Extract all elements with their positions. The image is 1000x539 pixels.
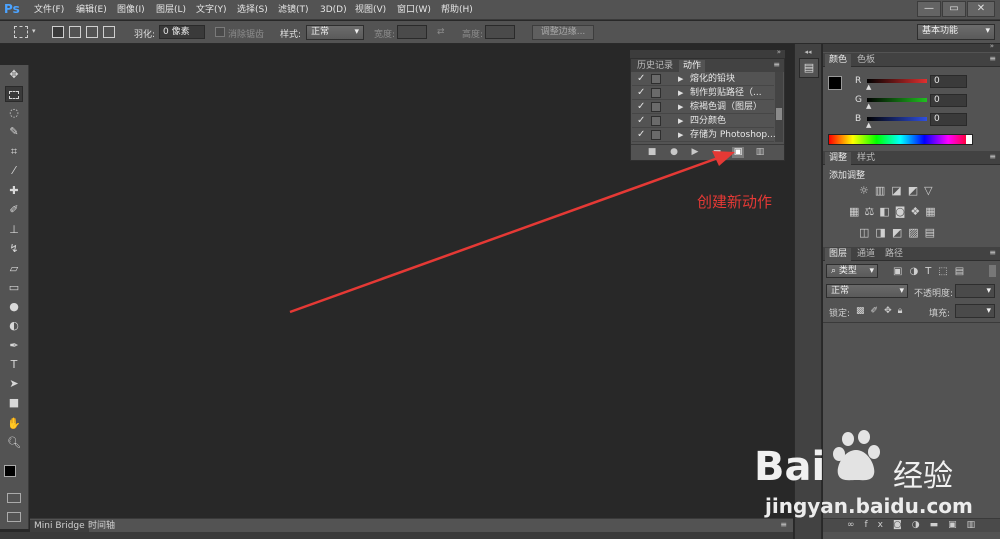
- tab-adjustments[interactable]: 调整: [825, 152, 852, 165]
- status-strip: [0, 532, 793, 539]
- shape-filter-icon[interactable]: ⬚: [938, 266, 954, 277]
- tab-channels[interactable]: 通道: [853, 248, 879, 261]
- tab-paths[interactable]: 路径: [881, 248, 907, 261]
- tab-timeline[interactable]: 时间轴: [84, 520, 119, 532]
- annotation-label: 创建新动作: [697, 193, 773, 211]
- fill-label: 填充:: [929, 309, 951, 319]
- panel-menu-icon[interactable]: ≡: [989, 54, 996, 63]
- channel-b-label: B: [855, 114, 862, 124]
- gradient-map-icon[interactable]: ▨: [908, 226, 924, 239]
- chevron-down-icon: ▾: [986, 306, 991, 316]
- watermark-brand-cn: 经验: [893, 459, 953, 494]
- arrow-line: [289, 156, 719, 314]
- photo-filter-icon[interactable]: ◙: [895, 205, 911, 218]
- channel-g-label: G: [855, 95, 862, 105]
- lock-transparency-icon[interactable]: ▩: [856, 306, 871, 316]
- slider-handle-icon[interactable]: ▲: [866, 121, 871, 129]
- panel-menu-icon[interactable]: ≡: [989, 152, 996, 161]
- pixel-filter-icon[interactable]: ▣: [893, 266, 909, 277]
- adjustment-row-1[interactable]: ☼▥◪◩▽: [859, 184, 939, 197]
- tab-color[interactable]: 颜色: [825, 54, 852, 67]
- color-spectrum[interactable]: [828, 134, 973, 145]
- blue-slider[interactable]: [867, 117, 927, 121]
- white-swatch[interactable]: [966, 135, 972, 144]
- layer-filter-value: 类型: [838, 266, 857, 276]
- watermark-brand: Bai: [754, 444, 826, 490]
- adjustment-row-3[interactable]: ◫◨◩▨▤: [859, 226, 941, 239]
- blend-mode-value: 正常: [831, 286, 850, 296]
- add-adjustment-heading: 添加调整: [829, 171, 866, 181]
- paw-logo-icon: [833, 430, 880, 481]
- red-slider[interactable]: [867, 79, 927, 83]
- lock-icons[interactable]: ▩✐✥🔒︎: [856, 306, 908, 316]
- slider-handle-icon[interactable]: ▲: [866, 83, 871, 91]
- color-lookup-icon[interactable]: ▦: [925, 205, 940, 218]
- posterize-icon[interactable]: ◨: [875, 226, 891, 239]
- panel-menu-icon[interactable]: ≡: [989, 248, 996, 257]
- collapse-icon[interactable]: »: [990, 42, 994, 50]
- chevron-down-icon: ▾: [899, 286, 904, 296]
- fill-input[interactable]: ▾: [955, 304, 995, 318]
- lock-all-icon[interactable]: 🔒︎: [898, 306, 909, 316]
- layer-filter-icons[interactable]: ▣◑T⬚▤: [893, 266, 971, 277]
- filter-toggle[interactable]: [989, 265, 996, 277]
- panel-dock-header[interactable]: »: [823, 42, 1000, 52]
- threshold-icon[interactable]: ◩: [892, 226, 908, 239]
- search-icon: ⌕: [831, 266, 839, 276]
- lock-pixels-icon[interactable]: ✐: [871, 306, 885, 316]
- channel-r-label: R: [855, 76, 862, 86]
- channel-mixer-icon[interactable]: ❖: [910, 205, 925, 218]
- vibrance-icon[interactable]: ▽: [924, 184, 938, 197]
- lock-label: 锁定:: [829, 309, 851, 319]
- collapse-icon[interactable]: ◂◂: [797, 48, 819, 56]
- history-panel-icon[interactable]: ▤: [799, 58, 819, 78]
- tab-layers[interactable]: 图层: [825, 248, 852, 261]
- red-value-input[interactable]: 0: [930, 75, 967, 88]
- layers-tab-bar: 图层 通道 路径 ≡: [823, 247, 1000, 261]
- invert-icon[interactable]: ◫: [859, 226, 875, 239]
- levels-icon[interactable]: ▥: [875, 184, 891, 197]
- adjustment-filter-icon[interactable]: ◑: [909, 266, 925, 277]
- green-slider[interactable]: [867, 98, 927, 102]
- bottom-panel-bar: Mini Bridge 时间轴 ≡: [30, 518, 793, 532]
- color-tab-bar: 颜色 色板 ≡: [823, 53, 1000, 67]
- green-value-input[interactable]: 0: [930, 94, 967, 107]
- foreground-color-swatch[interactable]: [828, 76, 842, 90]
- layer-filter-select[interactable]: ⌕ 类型 ▾: [826, 264, 878, 278]
- curves-icon[interactable]: ◪: [891, 184, 907, 197]
- color-balance-icon[interactable]: ⚖: [864, 205, 879, 218]
- hue-saturation-icon[interactable]: ▦: [849, 205, 864, 218]
- exposure-icon[interactable]: ◩: [908, 184, 924, 197]
- tab-swatches[interactable]: 色板: [853, 54, 879, 67]
- opacity-label: 不透明度:: [914, 289, 954, 299]
- brightness-icon[interactable]: ☼: [859, 184, 875, 197]
- chevron-down-icon: ▾: [986, 286, 991, 296]
- blue-value-input[interactable]: 0: [930, 113, 967, 126]
- tab-styles[interactable]: 样式: [853, 152, 879, 165]
- adjustment-row-2[interactable]: ▦⚖◧◙❖▦: [849, 205, 941, 218]
- chevron-down-icon: ▾: [869, 266, 874, 276]
- black-white-icon[interactable]: ◧: [879, 205, 894, 218]
- adjust-tab-bar: 调整 样式 ≡: [823, 151, 1000, 165]
- tab-mini-bridge[interactable]: Mini Bridge: [30, 520, 89, 532]
- slider-handle-icon[interactable]: ▲: [866, 102, 871, 110]
- blend-mode-select[interactable]: 正常 ▾: [826, 284, 908, 298]
- lock-position-icon[interactable]: ✥: [884, 306, 898, 316]
- smart-object-filter-icon[interactable]: ▤: [955, 266, 971, 277]
- type-filter-icon[interactable]: T: [925, 266, 938, 277]
- opacity-input[interactable]: ▾: [955, 284, 995, 298]
- selective-color-icon[interactable]: ▤: [925, 226, 941, 239]
- watermark-url: jingyan.baidu.com: [765, 494, 973, 518]
